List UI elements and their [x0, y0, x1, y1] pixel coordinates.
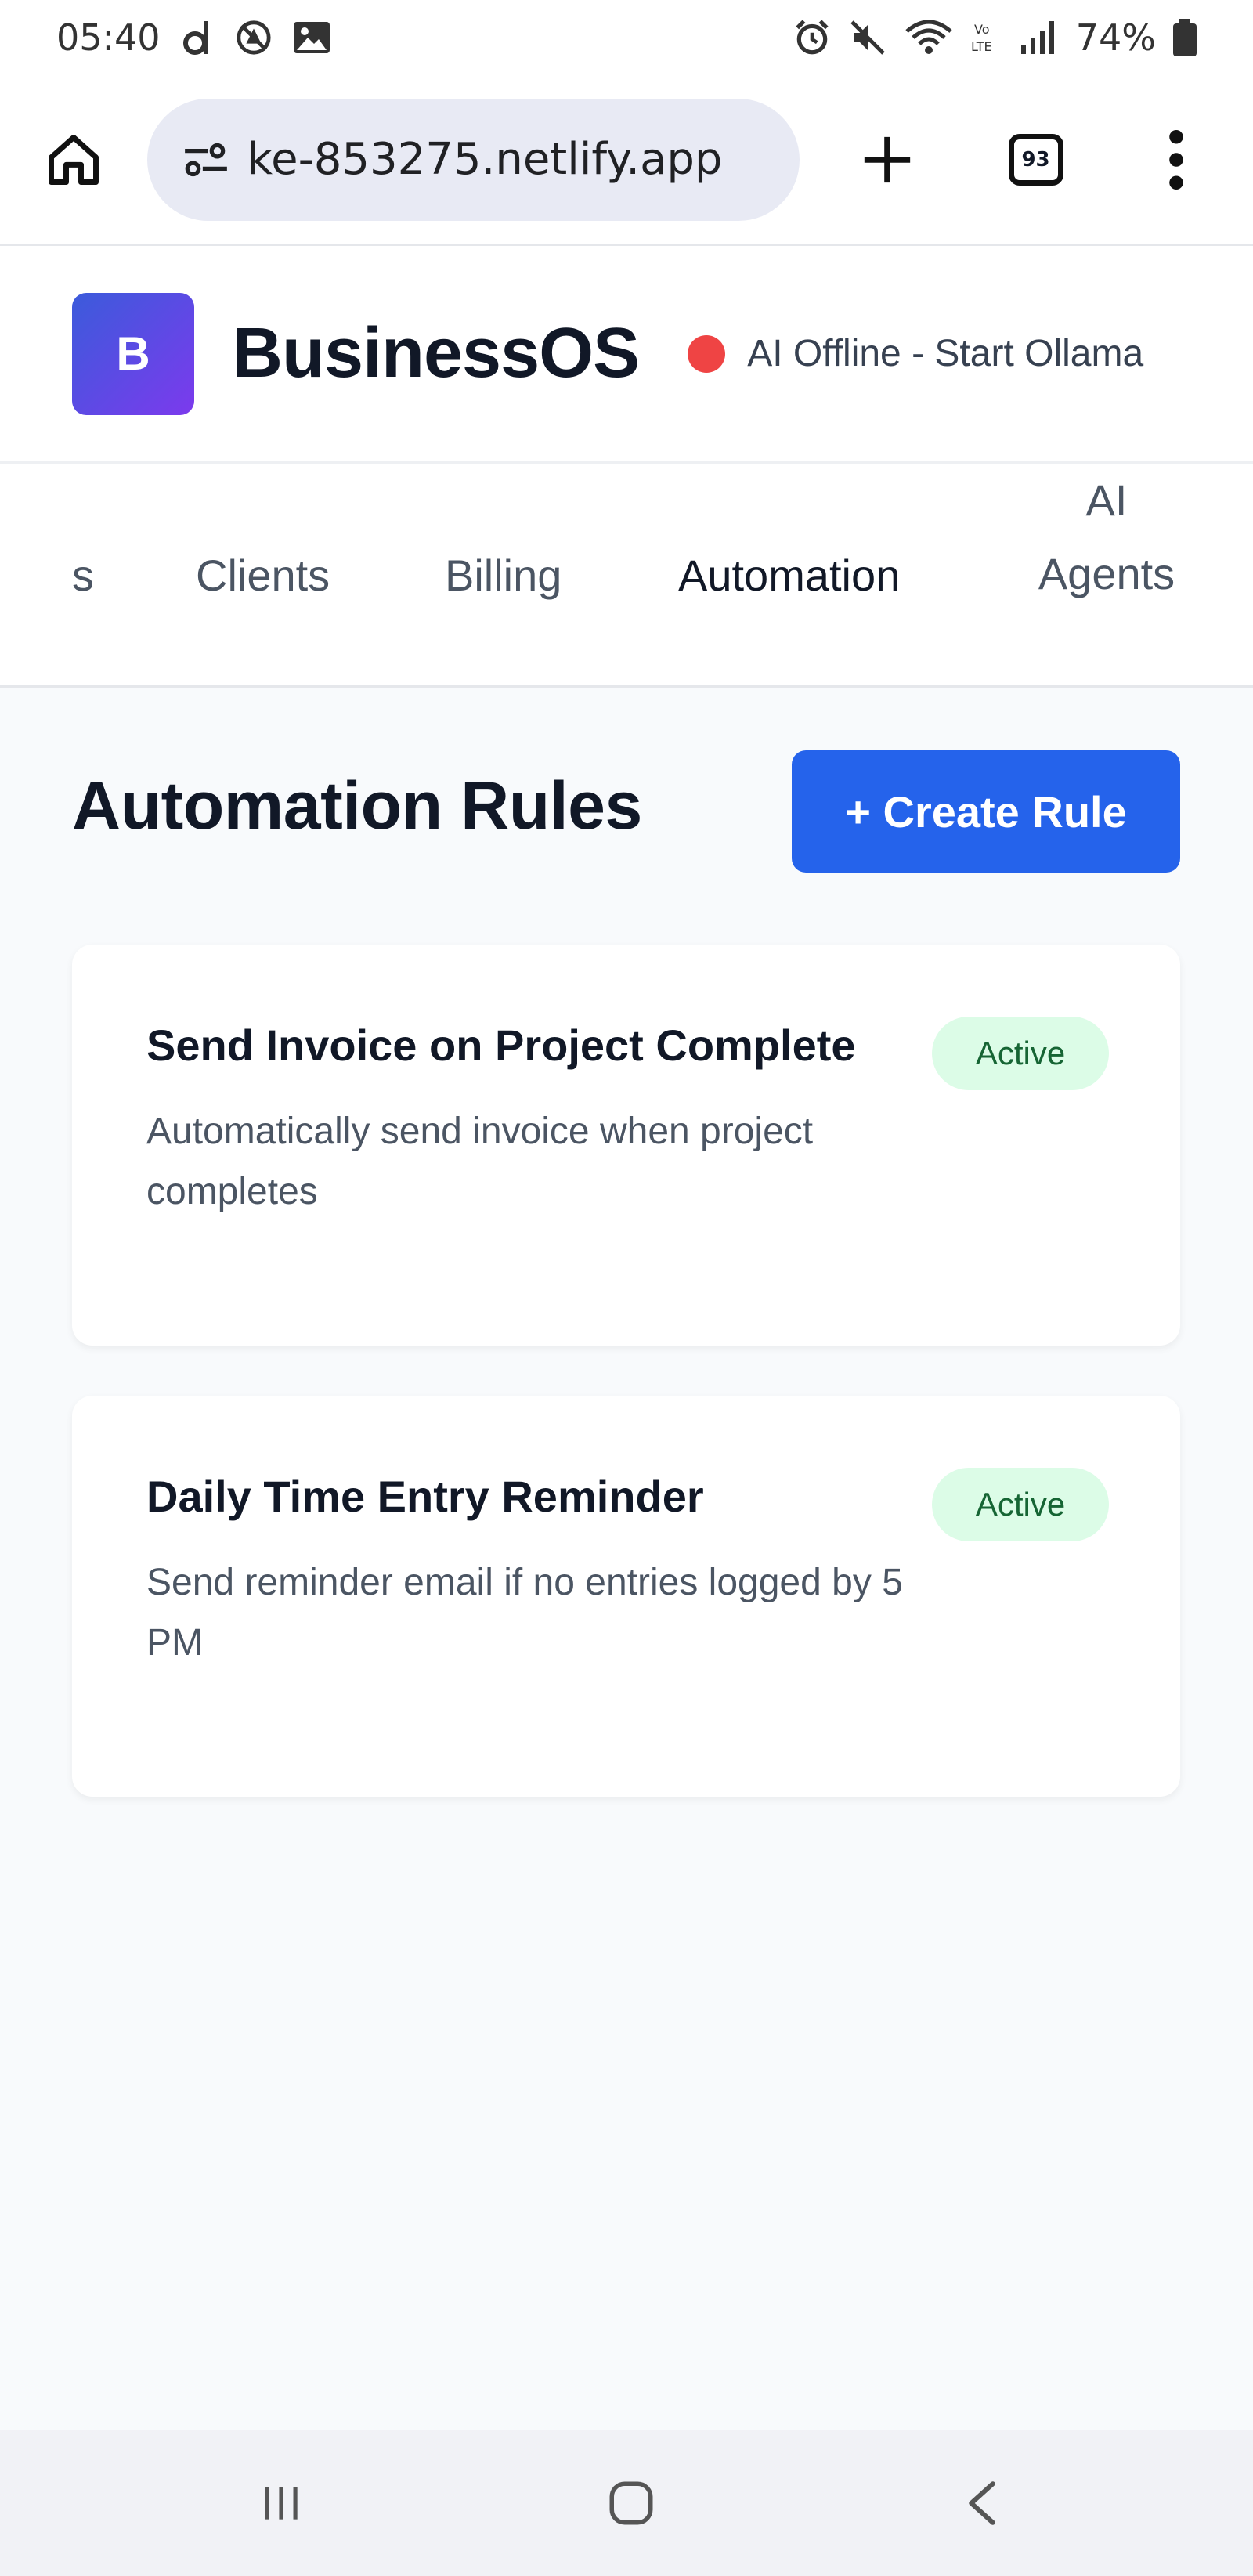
browser-toolbar: ke-853275.netlify.app 93 [0, 75, 1253, 246]
home-button[interactable] [38, 124, 110, 196]
address-bar[interactable]: ke-853275.netlify.app [146, 98, 800, 221]
ai-status-text: AI Offline - Start Ollama [747, 333, 1144, 374]
create-rule-button[interactable]: + Create Rule [792, 750, 1180, 873]
nav-tabs: s Clients Billing Automation AI Agents [0, 464, 1253, 688]
tab-ai-agents[interactable]: AI Agents [1024, 464, 1189, 611]
tab-billing[interactable]: Billing [445, 539, 562, 612]
ai-status: AI Offline - Start Ollama [688, 332, 1143, 375]
rule-name: Daily Time Entry Reminder [146, 1472, 704, 1521]
battery-icon [1173, 19, 1197, 56]
status-left: 05:40 [56, 16, 331, 59]
app-logo[interactable]: B [72, 292, 194, 415]
back-icon [969, 2480, 995, 2525]
tab-partial[interactable]: s [72, 539, 94, 612]
home-icon [48, 134, 99, 185]
svg-text:LTE: LTE [971, 39, 992, 54]
new-tab-button[interactable] [848, 121, 926, 199]
more-vert-icon [1169, 129, 1183, 190]
status-badge: Active [932, 1468, 1109, 1541]
rule-card[interactable]: Daily Time Entry Reminder Active Send re… [72, 1396, 1180, 1797]
no-sync-icon [236, 20, 272, 56]
image-icon [292, 20, 331, 55]
rule-name: Send Invoice on Project Complete [146, 1021, 856, 1070]
url-text[interactable]: ke-853275.netlify.app [247, 134, 723, 185]
volte-icon: Vo LTE [971, 20, 1002, 56]
alarm-icon [793, 18, 832, 57]
home-nav-icon [609, 2481, 653, 2524]
mute-icon [849, 19, 886, 56]
battery-percent: 74% [1075, 16, 1156, 59]
tab-automation[interactable]: Automation [678, 539, 900, 612]
tab-switcher-button[interactable]: 93 [997, 121, 1075, 199]
d-app-icon [181, 18, 215, 57]
home-nav-button[interactable] [605, 2477, 657, 2529]
plus-icon [864, 136, 911, 182]
rule-description: Automatically send invoice when project … [146, 1111, 814, 1212]
status-time: 05:40 [56, 16, 161, 59]
rule-description: Send reminder email if no entries logged… [146, 1562, 903, 1664]
rule-card[interactable]: Send Invoice on Project Complete Active … [72, 945, 1180, 1346]
recent-apps-icon [265, 2486, 298, 2520]
site-settings-icon[interactable] [179, 132, 233, 187]
tab-clients[interactable]: Clients [196, 539, 330, 612]
app-title: BusinessOS [232, 314, 640, 392]
browser-menu-button[interactable] [1137, 121, 1215, 199]
svg-text:Vo: Vo [974, 22, 990, 37]
status-bar: 05:40 Vo LTE 74% [0, 0, 1253, 75]
page-title: Automation Rules [72, 768, 642, 844]
wifi-icon [904, 19, 954, 56]
back-button[interactable] [959, 2477, 1005, 2529]
tab-count: 93 [1008, 133, 1063, 186]
status-right: Vo LTE 74% [793, 16, 1197, 59]
app-header: B BusinessOS AI Offline - Start Ollama [0, 246, 1253, 464]
signal-icon [1020, 20, 1059, 56]
recent-apps-button[interactable] [257, 2479, 305, 2527]
system-nav-bar [0, 2430, 1253, 2576]
status-dot-icon [688, 334, 726, 373]
status-badge: Active [932, 1017, 1109, 1090]
